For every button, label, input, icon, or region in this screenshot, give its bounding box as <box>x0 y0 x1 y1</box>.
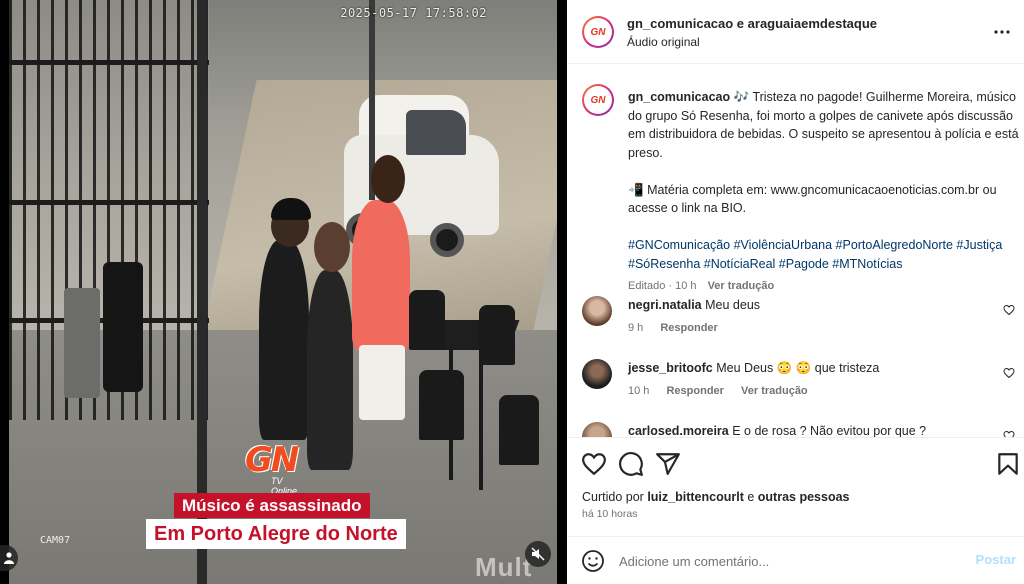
audio-label[interactable]: Áudio original <box>627 35 700 49</box>
comment-text: Meu Deus 😳 😳 que tristeza <box>716 361 880 375</box>
liked-by-joiner: e <box>747 490 755 504</box>
comment-meta: 10 h Responder Ver tradução <box>628 385 822 397</box>
comment-username[interactable]: carlosed.moreira <box>628 424 729 437</box>
caption-body: gn_comunicacao 🎶 Tristeza no pagode! Gui… <box>628 88 1020 296</box>
emoji-smile-icon[interactable] <box>581 549 605 573</box>
add-comment-bar: Postar <box>567 536 1024 584</box>
video-player[interactable]: 2025-05-17 17:58:02 CAM07 GN TV Online M… <box>9 0 557 584</box>
scene-person-pink-shirt <box>352 200 410 350</box>
scene-chair <box>499 395 539 465</box>
heart-icon[interactable] <box>581 451 607 477</box>
post-actions-bar <box>567 437 1024 487</box>
comment-text-row: jesse_britoofc Meu Deus 😳 😳 que tristeza <box>628 361 988 376</box>
scene-chair <box>479 305 515 365</box>
scene-table-leg <box>479 350 483 490</box>
post-authors[interactable]: gn_comunicacao e araguaiaemdestaque <box>627 16 877 31</box>
comment-text: Meu deus <box>705 298 761 312</box>
camera-timestamp: 2025-05-17 17:58:02 <box>340 6 487 20</box>
scene-person-black-shirt <box>259 240 309 440</box>
scene-person-head <box>314 222 350 272</box>
scene-bin <box>103 262 143 392</box>
caption-meta: Editado · 10 h Ver tradução <box>628 280 775 292</box>
video-stage: 2025-05-17 17:58:02 CAM07 GN TV Online M… <box>0 0 567 584</box>
scene-person-head <box>371 155 405 203</box>
scene-bin <box>64 288 100 398</box>
comment-like-icon[interactable] <box>1003 430 1015 437</box>
paper-plane-icon[interactable] <box>655 451 681 477</box>
see-translation-link[interactable]: Ver tradução <box>741 385 808 397</box>
comments-scroll-area[interactable]: GN gn_comunicacao 🎶 Tristeza no pagode! … <box>567 65 1024 437</box>
author-avatar[interactable]: GN <box>582 16 614 48</box>
more-horizontal-icon <box>994 30 1010 34</box>
reply-button[interactable]: Responder <box>666 385 723 397</box>
comment-bubble-icon[interactable] <box>618 451 644 477</box>
more-options-button[interactable] <box>990 20 1014 44</box>
comment-text: E o de rosa ? Não evitou por que ? <box>732 424 927 437</box>
caption-avatar[interactable]: GN <box>582 84 614 116</box>
post-comment-button[interactable]: Postar <box>976 552 1016 567</box>
comment-like-icon[interactable] <box>1003 304 1015 316</box>
scene-shorts <box>359 345 405 420</box>
gate-rail <box>9 200 209 205</box>
commenter-avatar[interactable] <box>582 359 612 389</box>
comment-input[interactable] <box>619 551 949 571</box>
commenter-avatar[interactable] <box>582 422 612 437</box>
comment-username[interactable]: negri.natalia <box>628 298 702 312</box>
caption-username[interactable]: gn_comunicacao <box>628 90 730 104</box>
comment-like-icon[interactable] <box>1003 367 1015 379</box>
comment-item: carlosed.moreira E o de rosa ? Não evito… <box>582 422 1017 437</box>
reply-button[interactable]: Responder <box>660 322 717 334</box>
liked-by-user[interactable]: luiz_bittencourlt <box>647 490 744 504</box>
caption-hashtags[interactable]: #GNComunicação #ViolênciaUrbana #PortoAl… <box>628 238 1002 271</box>
comment-text-row: carlosed.moreira E o de rosa ? Não evito… <box>628 424 988 437</box>
liked-by-prefix: Curtido por <box>582 490 644 504</box>
scene-table-leg <box>449 350 453 480</box>
headline-line-1: Músico é assassinado <box>174 493 370 518</box>
caption-time: 10 h <box>675 280 697 292</box>
camera-label: CAM07 <box>40 535 71 546</box>
comment-text-row: negri.natalia Meu deus <box>628 298 988 312</box>
see-translation-link[interactable]: Ver tradução <box>708 280 775 292</box>
logo-mark: GN <box>245 440 299 480</box>
bookmark-icon[interactable] <box>995 451 1021 477</box>
comment-time: 10 h <box>628 385 650 397</box>
scene-chair <box>419 370 464 440</box>
caption-link-text: Matéria completa em: www.gncomunicacaoen… <box>628 182 997 216</box>
speaker-muted-icon <box>531 547 545 561</box>
comment-item: negri.natalia Meu deus 9 h Responder <box>582 296 1017 340</box>
mute-toggle-button[interactable] <box>525 541 551 567</box>
edited-label: Editado <box>628 280 666 292</box>
gate-rail <box>9 60 209 65</box>
headline-line-2: Em Porto Alegre do Norte <box>146 519 406 549</box>
phone-emoji: 📲 <box>628 182 644 197</box>
music-emoji: 🎶 <box>733 90 750 104</box>
comment-meta: 9 h Responder <box>628 322 732 334</box>
person-icon <box>4 552 14 564</box>
comment-item: jesse_britoofc Meu Deus 😳 😳 que tristeza… <box>582 359 1017 403</box>
liked-by-others[interactable]: outras pessoas <box>758 490 850 504</box>
likes-summary: Curtido por luiz_bittencourlt e outras p… <box>582 490 850 504</box>
scene-person-tank-top <box>307 270 353 470</box>
watermark: Mult <box>475 552 533 582</box>
comment-time: 9 h <box>628 322 644 334</box>
post-header: GN gn_comunicacao e araguaiaemdestaque Á… <box>567 0 1024 64</box>
commenter-avatar[interactable] <box>582 296 612 326</box>
gn-tv-logo: GN TV Online <box>245 440 309 496</box>
post-time[interactable]: há 10 horas <box>582 508 637 520</box>
scene-chair <box>409 290 445 350</box>
post-panel: GN gn_comunicacao e araguaiaemdestaque Á… <box>567 0 1024 584</box>
comment-username[interactable]: jesse_britoofc <box>628 361 713 375</box>
